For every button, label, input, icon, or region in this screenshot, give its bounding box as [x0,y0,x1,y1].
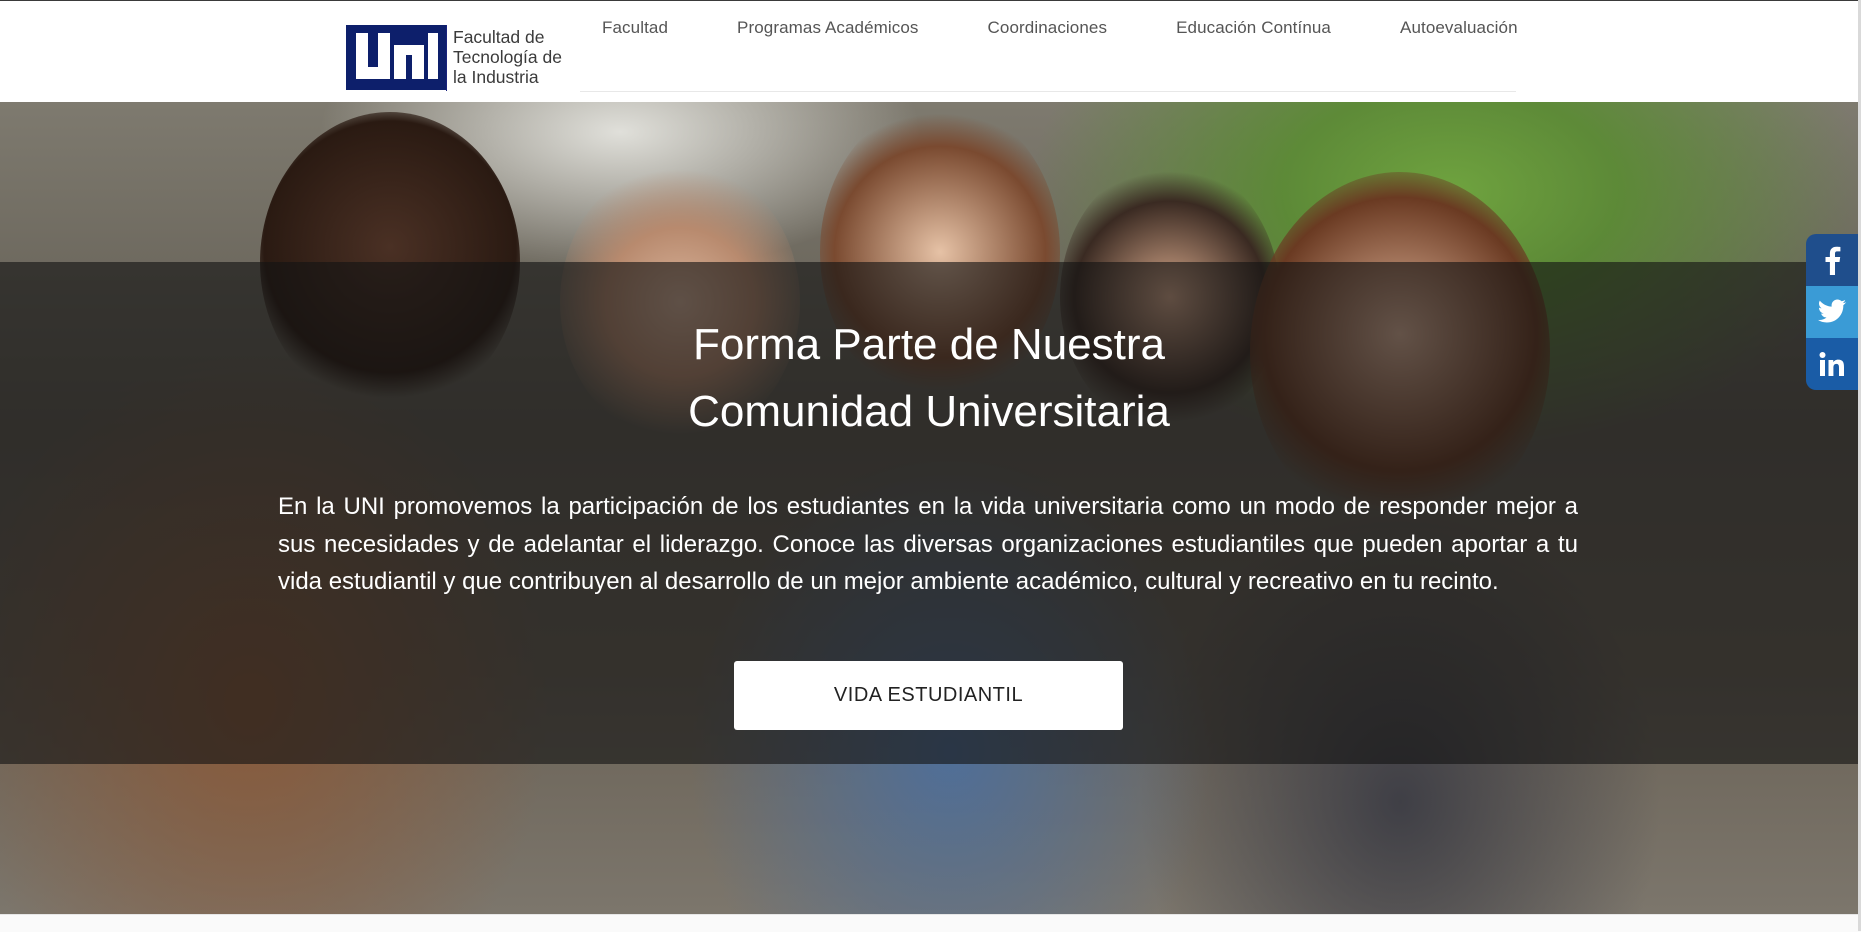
hero-section: Forma Parte de Nuestra Comunidad Univers… [0,102,1858,914]
faculty-name-line: la Industria [453,67,539,87]
facebook-icon [1825,246,1841,275]
main-nav: Facultad Programas Académicos Coordinaci… [590,16,1575,40]
nav-item-programas-academicos[interactable]: Programas Académicos [725,16,931,40]
nav-divider [580,91,1516,92]
faculty-name-line: Facultad de [453,27,545,47]
site-header: Facultad de Tecnología de la Industria F… [0,1,1861,102]
linkedin-icon [1819,352,1844,376]
faculty-name: Facultad de Tecnología de la Industria [453,27,562,87]
logo-divider [446,25,447,91]
uni-logo-mark [346,25,446,90]
twitter-link[interactable] [1806,286,1858,338]
nav-item-facultad[interactable]: Facultad [590,16,680,40]
hero-title-line: Forma Parte de Nuestra [693,320,1165,370]
hero-title: Forma Parte de Nuestra Comunidad Univers… [0,311,1858,445]
page-bottom-strip [0,914,1861,932]
linkedin-link[interactable] [1806,338,1858,390]
nav-item-educacion-continua[interactable]: Educación Contínua [1164,16,1343,40]
nav-item-autoevaluacion[interactable]: Autoevaluación [1388,16,1530,40]
faculty-name-line: Tecnología de [453,47,562,67]
vida-estudiantil-button[interactable]: VIDA ESTUDIANTIL [734,661,1123,730]
social-share-bar [1806,234,1858,390]
faculty-logo[interactable]: Facultad de Tecnología de la Industria [346,25,562,91]
hero-title-line: Comunidad Universitaria [688,387,1170,437]
facebook-link[interactable] [1806,234,1858,286]
twitter-icon [1817,299,1847,323]
hero-description: En la UNI promovemos la participación de… [278,493,1578,595]
nav-item-coordinaciones[interactable]: Coordinaciones [976,16,1120,40]
